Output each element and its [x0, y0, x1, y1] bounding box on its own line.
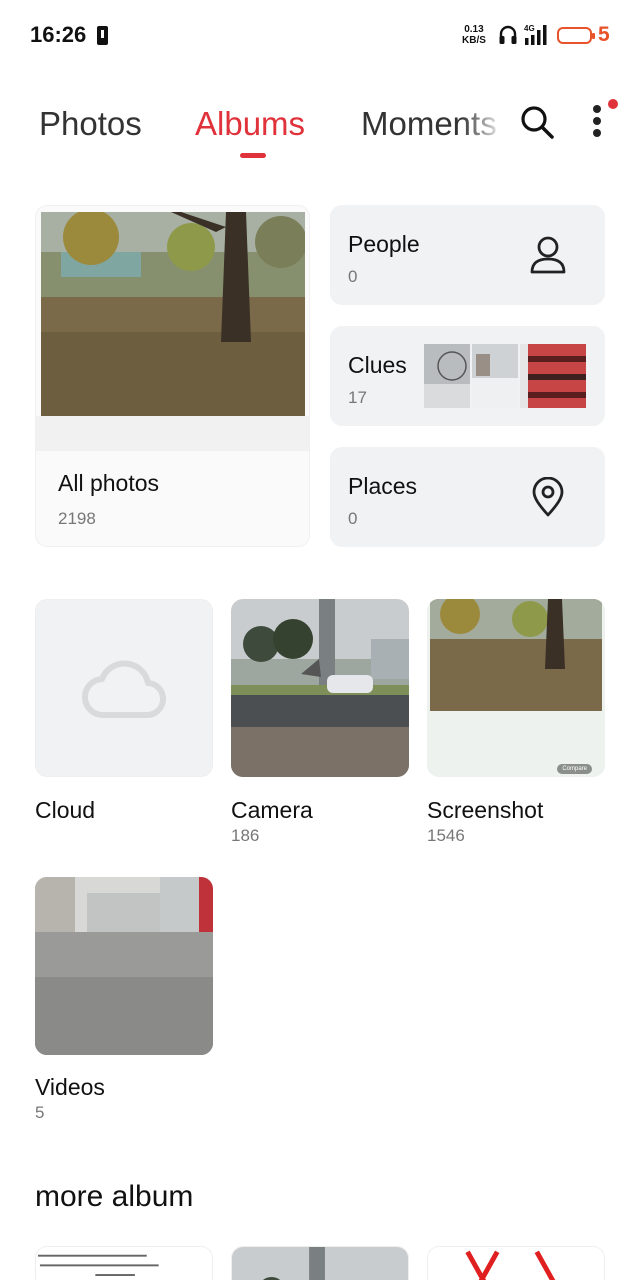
signal-icon: 4G [524, 24, 547, 45]
active-tab-indicator [240, 153, 266, 158]
tab-photos[interactable]: Photos [39, 105, 142, 143]
clue-thumbnail-shelf [520, 344, 586, 408]
person-icon [530, 236, 566, 274]
screenshot-badge: Compare [557, 764, 592, 774]
network-type: 4G [524, 24, 535, 33]
all-photos-thumbnail [41, 212, 305, 416]
screenshot-album-thumbnail[interactable]: Compare [427, 599, 605, 777]
cloud-icon [82, 660, 166, 719]
videos-album-name[interactable]: Videos [35, 1074, 105, 1101]
network-speed-unit: KB/S [462, 35, 486, 46]
videos-album-thumbnail[interactable] [35, 877, 213, 1055]
notification-dot [608, 99, 618, 109]
places-count: 0 [348, 509, 358, 528]
tab-moments[interactable]: Moments [361, 105, 504, 143]
clues-count: 17 [348, 388, 367, 407]
cloud-album-name[interactable]: Cloud [35, 797, 95, 824]
screenshot-album-count: 1546 [427, 826, 465, 845]
places-title: Places [348, 473, 418, 499]
search-icon[interactable] [519, 104, 555, 140]
more-album-thumbnail-red[interactable] [427, 1246, 605, 1280]
location-pin-icon [532, 477, 564, 517]
all-photos-card[interactable]: All photos 2198 [35, 205, 310, 547]
battery-icon [557, 27, 595, 44]
more-album-thumbnail-street[interactable] [231, 1246, 409, 1280]
battery-saver-icon [97, 26, 108, 45]
more-album-thumbnail-document[interactable] [35, 1246, 213, 1280]
screenshot-album-image [430, 599, 602, 711]
status-bar: 16:26 0.13 KB/S 4G 5 [0, 0, 640, 70]
people-count: 0 [348, 267, 358, 286]
network-speed: 0.13 KB/S [462, 24, 486, 46]
headphone-icon [499, 25, 517, 44]
people-card[interactable]: People 0 [330, 205, 605, 305]
all-photos-title: All photos [58, 470, 160, 496]
camera-album-name[interactable]: Camera [231, 797, 313, 824]
clue-thumbnail-ferris-wheel [424, 344, 470, 408]
clue-thumbnail-snow [472, 344, 518, 408]
people-title: People [348, 231, 420, 257]
battery-level: 5 [598, 23, 610, 46]
all-photos-count: 2198 [58, 509, 96, 528]
camera-album-count: 186 [231, 826, 260, 845]
tab-albums[interactable]: Albums [195, 105, 305, 143]
camera-album-thumbnail[interactable] [231, 599, 409, 777]
all-photos-band [36, 416, 309, 451]
clock: 16:26 [30, 22, 87, 47]
videos-album-count: 5 [35, 1103, 45, 1122]
more-vertical-icon[interactable] [590, 103, 606, 139]
network-speed-value: 0.13 [464, 24, 484, 35]
screenshot-album-name[interactable]: Screenshot [427, 797, 543, 824]
clues-title: Clues [348, 352, 407, 378]
clues-card[interactable]: Clues 17 [330, 326, 605, 426]
more-album-title: more album [35, 1180, 194, 1213]
cloud-album-thumbnail[interactable] [35, 599, 213, 777]
places-card[interactable]: Places 0 [330, 447, 605, 547]
